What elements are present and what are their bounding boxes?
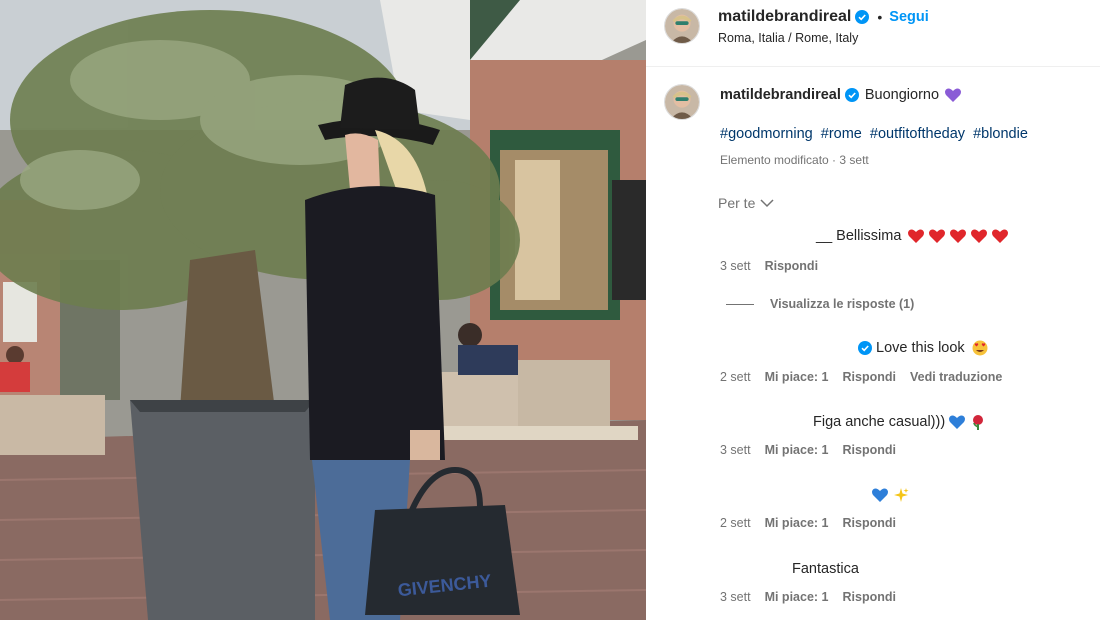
post-panel: matildebrandireal • Segui Roma, Italia /… <box>646 0 1100 620</box>
comment-text-row: Fantastica <box>792 561 859 577</box>
comment-sort-dropdown[interactable]: Per te <box>718 195 774 211</box>
verified-badge-icon <box>844 88 859 102</box>
blue-heart-icon <box>948 414 966 430</box>
comment-text-row: Figa anche casual))) <box>813 414 987 430</box>
red-heart-icon <box>991 228 1009 244</box>
comment-meta: 3 sett Mi piace: 1 Rispondi <box>720 443 910 457</box>
replies-divider <box>726 303 754 305</box>
like-count[interactable]: Mi piace: 1 <box>765 370 829 384</box>
red-heart-icon <box>970 228 988 244</box>
reply-button[interactable]: Rispondi <box>843 516 896 530</box>
edited-timestamp: Elemento modificato · 3 sett <box>720 153 869 167</box>
hashtags: #goodmorning #rome #outfitoftheday #blon… <box>720 126 1032 142</box>
blue-heart-icon <box>871 487 889 503</box>
hashtag-link[interactable]: #goodmorning <box>720 126 813 142</box>
reply-button[interactable]: Rispondi <box>843 590 896 604</box>
view-replies-label: Visualizza le risposte (1) <box>770 297 915 311</box>
comment-time: 3 sett <box>720 443 751 457</box>
verified-badge-icon <box>855 10 870 24</box>
like-count[interactable]: Mi piace: 1 <box>765 443 829 457</box>
purple-heart-icon <box>944 87 962 103</box>
follow-button[interactable]: Segui <box>889 9 928 25</box>
comment-text-row: Love this look <box>858 340 989 356</box>
like-count[interactable]: Mi piace: 1 <box>765 516 829 530</box>
separator-dot: • <box>877 9 883 25</box>
caption-text: Buongiorno <box>864 87 940 103</box>
hashtag-link[interactable]: #blondie <box>973 126 1028 142</box>
comment-time: 3 sett <box>720 259 751 273</box>
reply-button[interactable]: Rispondi <box>843 370 896 384</box>
comment-text-row <box>868 487 910 503</box>
post-image: GIVENCHY <box>0 0 646 620</box>
location-link[interactable]: Roma, Italia / Rome, Italy <box>718 31 858 45</box>
hashtag-link[interactable]: #rome <box>821 126 862 142</box>
sparkles-icon <box>892 487 910 503</box>
comment-text: Figa anche casual))) <box>813 414 946 430</box>
comment-text: Fantastica <box>792 561 859 577</box>
comment-time: 3 sett <box>720 590 751 604</box>
red-heart-icon <box>907 228 925 244</box>
rose-icon <box>969 414 987 430</box>
like-count[interactable]: Mi piace: 1 <box>765 590 829 604</box>
caption-username[interactable]: matildebrandireal <box>720 87 841 103</box>
comment-meta: 2 sett Mi piace: 1 Rispondi Vedi traduzi… <box>720 370 1016 384</box>
comment-text-row: __ Bellissima <box>816 228 1009 244</box>
comment-sort-label: Per te <box>718 195 756 211</box>
author-avatar[interactable] <box>664 8 700 44</box>
author-row: matildebrandireal • Segui <box>718 8 929 26</box>
red-heart-icon <box>928 228 946 244</box>
caption-avatar[interactable] <box>664 84 700 120</box>
comment-meta: 3 sett Rispondi <box>720 259 832 273</box>
view-replies-button[interactable]: Visualizza le risposte (1) <box>726 297 914 311</box>
chevron-down-icon <box>760 199 774 208</box>
verified-badge-icon <box>858 341 872 355</box>
reply-button[interactable]: Rispondi <box>765 259 818 273</box>
translate-button[interactable]: Vedi traduzione <box>910 370 1002 384</box>
comment-meta: 3 sett Mi piace: 1 Rispondi <box>720 590 910 604</box>
comment-text: Love this look <box>876 340 965 356</box>
comment-text: __ Bellissima <box>816 228 902 244</box>
reply-button[interactable]: Rispondi <box>843 443 896 457</box>
comment-time: 2 sett <box>720 370 751 384</box>
author-username[interactable]: matildebrandireal <box>718 8 851 26</box>
red-heart-icon <box>949 228 967 244</box>
hashtag-link[interactable]: #outfitoftheday <box>870 126 965 142</box>
heart-eyes-face-icon <box>971 340 989 356</box>
post-header: matildebrandireal • Segui Roma, Italia /… <box>646 0 1100 67</box>
comment-time: 2 sett <box>720 516 751 530</box>
comment-meta: 2 sett Mi piace: 1 Rispondi <box>720 516 910 530</box>
post-photo[interactable]: GIVENCHY <box>0 0 646 620</box>
caption-row: matildebrandireal Buongiorno <box>720 87 962 103</box>
